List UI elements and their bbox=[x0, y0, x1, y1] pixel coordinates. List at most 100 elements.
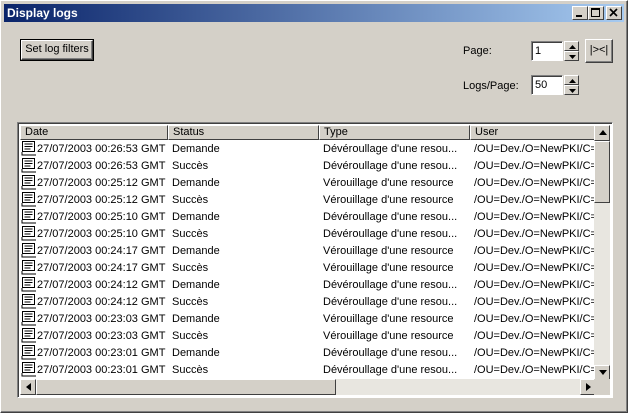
cell-type: Dévéroullage d'une resou... bbox=[323, 364, 458, 376]
page-spin-down[interactable] bbox=[564, 51, 579, 61]
page-spin-up[interactable] bbox=[564, 41, 579, 51]
cell-date: 27/07/2003 00:25:10 GMT bbox=[37, 228, 166, 240]
cell-status: Demande bbox=[172, 279, 220, 291]
arrow-up-icon bbox=[599, 130, 607, 135]
table-row[interactable]: 27/07/2003 00:23:01 GMT Demande Dévéroulla… bbox=[20, 344, 600, 361]
cell-user: /OU=Dev./O=NewPKI/C= bbox=[474, 228, 597, 240]
title-bar[interactable]: Display logs bbox=[4, 4, 624, 22]
cell-date: 27/07/2003 00:24:12 GMT bbox=[37, 296, 166, 308]
table-row[interactable]: 27/07/2003 00:23:03 GMT Demande Vérouillag… bbox=[20, 310, 600, 327]
arrow-down-icon bbox=[599, 370, 607, 375]
cell-status: Succès bbox=[172, 364, 209, 376]
horizontal-scroll-thumb[interactable] bbox=[36, 379, 336, 395]
close-icon bbox=[609, 8, 618, 17]
cell-type: Dévéroullage d'une resou... bbox=[323, 143, 458, 155]
table-row[interactable]: 27/07/2003 00:23:01 GMT Succès Dévéroullag… bbox=[20, 361, 600, 378]
cell-type: Dévéroullage d'une resou... bbox=[323, 160, 458, 172]
cell-user: /OU=Dev./O=NewPKI/C= bbox=[474, 313, 597, 325]
cell-type: Vérouillage d'une resource bbox=[323, 194, 454, 206]
logs-spin-down[interactable] bbox=[564, 85, 579, 95]
list-header: Date Status Type User bbox=[20, 125, 600, 140]
close-button[interactable] bbox=[606, 6, 622, 20]
column-header-date[interactable]: Date bbox=[20, 125, 168, 140]
logs-spin-up[interactable] bbox=[564, 75, 579, 85]
column-header-user[interactable]: User bbox=[470, 125, 600, 140]
cell-type: Dévéroullage d'une resou... bbox=[323, 279, 458, 291]
cell-status: Demande bbox=[172, 211, 220, 223]
arrow-up-icon bbox=[569, 79, 576, 83]
cell-date: 27/07/2003 00:23:03 GMT bbox=[37, 313, 166, 325]
cell-status: Succès bbox=[172, 228, 209, 240]
cell-type: Vérouillage d'une resource bbox=[323, 262, 454, 274]
table-row[interactable]: 27/07/2003 00:24:12 GMT Succès Dévéroullag… bbox=[20, 293, 600, 310]
cell-type: Dévéroullage d'une resou... bbox=[323, 347, 458, 359]
scroll-left-button[interactable] bbox=[20, 379, 36, 395]
cell-date: 27/07/2003 00:24:12 GMT bbox=[37, 279, 166, 291]
arrow-up-icon bbox=[569, 45, 576, 49]
cell-status: Demande bbox=[172, 143, 220, 155]
table-row[interactable]: 27/07/2003 00:24:17 GMT Demande Vérouillag… bbox=[20, 242, 600, 259]
maximize-icon bbox=[591, 8, 600, 17]
minimize-icon bbox=[576, 15, 582, 17]
logs-per-page-input[interactable]: 50 bbox=[531, 75, 563, 95]
table-row[interactable]: 27/07/2003 00:24:12 GMT Demande Dévéroulla… bbox=[20, 276, 600, 293]
arrow-down-icon bbox=[569, 89, 576, 93]
table-row[interactable]: 27/07/2003 00:25:12 GMT Succès Vérouillage… bbox=[20, 191, 600, 208]
cell-date: 27/07/2003 00:24:17 GMT bbox=[37, 245, 166, 257]
cell-date: 27/07/2003 00:25:10 GMT bbox=[37, 211, 166, 223]
table-row[interactable]: 27/07/2003 00:25:12 GMT Demande Vérouillag… bbox=[20, 174, 600, 191]
set-log-filters-button[interactable]: Set log filters bbox=[20, 39, 94, 61]
cell-user: /OU=Dev./O=NewPKI/C= bbox=[474, 211, 597, 223]
cell-status: Succès bbox=[172, 160, 209, 172]
column-header-type[interactable]: Type bbox=[319, 125, 470, 140]
table-row[interactable]: 27/07/2003 00:23:03 GMT Succès Vérouillage… bbox=[20, 327, 600, 344]
table-row[interactable]: 27/07/2003 00:26:53 GMT Succès Dévéroullag… bbox=[20, 157, 600, 174]
cell-type: Dévéroullage d'une resou... bbox=[323, 228, 458, 240]
cell-user: /OU=Dev./O=NewPKI/C= bbox=[474, 160, 597, 172]
cell-user: /OU=Dev./O=NewPKI/C= bbox=[474, 364, 597, 376]
cell-date: 27/07/2003 00:25:12 GMT bbox=[37, 194, 166, 206]
horizontal-scrollbar[interactable] bbox=[20, 379, 596, 395]
cell-user: /OU=Dev./O=NewPKI/C= bbox=[474, 194, 597, 206]
window-title: Display logs bbox=[7, 6, 78, 20]
page-label: Page: bbox=[463, 45, 492, 57]
logs-list[interactable]: Date Status Type User 27/07/2003 00:26:5… bbox=[17, 122, 613, 398]
display-logs-window: Display logs Set log filters Page: 1 |><… bbox=[0, 0, 628, 413]
page-input[interactable]: 1 bbox=[531, 41, 563, 61]
cell-status: Succès bbox=[172, 330, 209, 342]
cell-type: Dévéroullage d'une resou... bbox=[323, 211, 458, 223]
page-nav-button[interactable]: |><| bbox=[585, 39, 613, 63]
arrow-down-icon bbox=[569, 55, 576, 59]
cell-user: /OU=Dev./O=NewPKI/C= bbox=[474, 143, 597, 155]
logs-per-page-spinner[interactable] bbox=[564, 75, 579, 95]
cell-date: 27/07/2003 00:25:12 GMT bbox=[37, 177, 166, 189]
cell-date: 27/07/2003 00:26:53 GMT bbox=[37, 143, 166, 155]
cell-type: Dévéroullage d'une resou... bbox=[323, 296, 458, 308]
table-row[interactable]: 27/07/2003 00:24:17 GMT Succès Vérouillage… bbox=[20, 259, 600, 276]
cell-date: 27/07/2003 00:23:03 GMT bbox=[37, 330, 166, 342]
maximize-button[interactable] bbox=[588, 6, 604, 20]
table-row[interactable]: 27/07/2003 00:25:10 GMT Demande Dévéroulla… bbox=[20, 208, 600, 225]
arrow-left-icon bbox=[26, 383, 31, 391]
table-row[interactable]: 27/07/2003 00:26:53 GMT Demande Dévéroulla… bbox=[20, 140, 600, 157]
scroll-corner bbox=[594, 379, 610, 395]
log-entry-icon bbox=[21, 362, 37, 380]
vertical-scroll-thumb[interactable] bbox=[594, 141, 610, 203]
minimize-button[interactable] bbox=[572, 6, 588, 20]
cell-status: Demande bbox=[172, 177, 220, 189]
cell-user: /OU=Dev./O=NewPKI/C= bbox=[474, 279, 597, 291]
cell-user: /OU=Dev./O=NewPKI/C= bbox=[474, 177, 597, 189]
cell-type: Vérouillage d'une resource bbox=[323, 330, 454, 342]
cell-type: Vérouillage d'une resource bbox=[323, 177, 454, 189]
cell-date: 27/07/2003 00:23:01 GMT bbox=[37, 347, 166, 359]
cell-date: 27/07/2003 00:23:01 GMT bbox=[37, 364, 166, 376]
scroll-up-button[interactable] bbox=[594, 125, 610, 141]
logs-per-page-label: Logs/Page: bbox=[463, 80, 519, 92]
cell-status: Demande bbox=[172, 313, 220, 325]
table-row[interactable]: 27/07/2003 00:25:10 GMT Succès Dévéroullag… bbox=[20, 225, 600, 242]
page-spinner[interactable] bbox=[564, 41, 579, 61]
column-header-status[interactable]: Status bbox=[168, 125, 319, 140]
cell-date: 27/07/2003 00:26:53 GMT bbox=[37, 160, 166, 172]
cell-user: /OU=Dev./O=NewPKI/C= bbox=[474, 347, 597, 359]
vertical-scrollbar[interactable] bbox=[594, 125, 610, 381]
